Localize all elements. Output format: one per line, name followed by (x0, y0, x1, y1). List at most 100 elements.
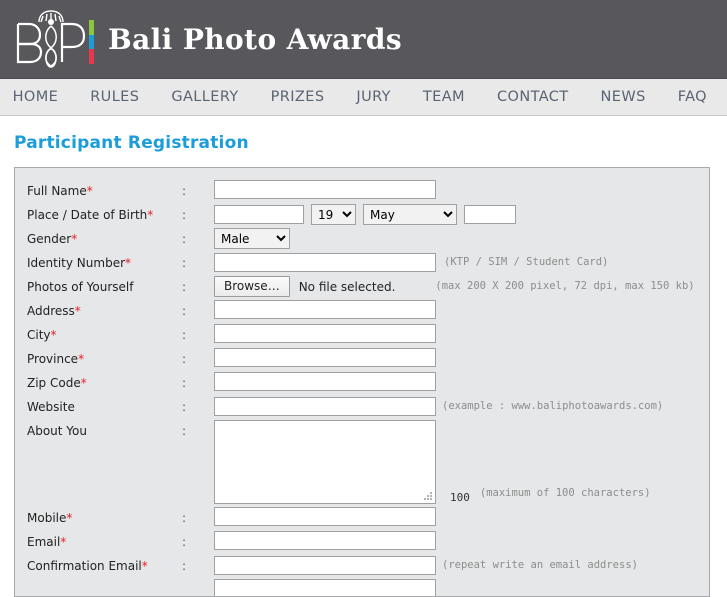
required-asterisk: * (60, 535, 67, 549)
label-confirmation-email: Confirmation Email* (27, 559, 148, 573)
nav-item-prizes[interactable]: PRIZES (255, 89, 341, 105)
colon-photo: : (182, 280, 187, 294)
label-address: Address* (27, 304, 81, 318)
site-logo[interactable]: Bali Photo Awards (10, 8, 402, 70)
identity-number-hint: (KTP / SIM / Student Card) (444, 256, 609, 268)
required-asterisk: * (80, 376, 87, 390)
label-mobile: Mobile* (27, 511, 73, 525)
form-row-identity-number: Identity Number* : (KTP / SIM / Student … (27, 252, 709, 275)
colon-gender: : (182, 232, 187, 246)
nav-item-gallery[interactable]: GALLERY (155, 89, 254, 105)
form-row-about-you: About You : 100 (maximum of 100 characte… (27, 420, 709, 506)
page-title: Participant Registration (14, 133, 249, 153)
about-you-hint: (maximum of 100 characters) (479, 487, 651, 499)
nav-item-news[interactable]: NEWS (585, 89, 662, 105)
nav-item-contact[interactable]: CONTACT (481, 89, 585, 105)
gender-select[interactable]: Male (214, 228, 290, 249)
photo-hint: (max 200 X 200 pixel, 72 dpi, max 150 kb… (435, 280, 695, 292)
nav-item-rules[interactable]: RULES (74, 89, 155, 105)
about-you-textarea-wrap (214, 420, 436, 504)
form-row-birth: Place / Date of Birth* : 19 May (27, 204, 709, 227)
registration-form-panel: Full Name* : Place / Date of Birth* : 19… (14, 167, 710, 597)
colon-email: : (182, 535, 187, 549)
email-input[interactable] (214, 531, 436, 550)
file-status-text: No file selected. (298, 279, 396, 294)
logo-bar-red (89, 49, 94, 65)
main-navigation: HOME RULES GALLERY PRIZES JURY TEAM CONT… (0, 78, 727, 116)
logo-bar-blue (89, 34, 94, 50)
province-input[interactable] (214, 348, 436, 367)
colon-birth: : (182, 208, 187, 222)
birth-place-input[interactable] (214, 205, 304, 224)
required-asterisk: * (78, 352, 85, 366)
label-identity-number: Identity Number* (27, 256, 132, 270)
form-row-address: Address* : (27, 300, 709, 323)
colon-full-name: : (182, 184, 187, 198)
birth-year-input[interactable] (464, 205, 516, 224)
nav-item-faq[interactable]: FAQ (662, 89, 723, 105)
required-asterisk: * (66, 511, 73, 525)
mobile-input[interactable] (214, 507, 436, 526)
logo-bar-green (89, 20, 94, 35)
required-asterisk: * (86, 184, 93, 198)
birth-day-select[interactable]: 19 (311, 204, 356, 225)
nav-item-team[interactable]: TEAM (407, 89, 481, 105)
form-row-confirmation-email: Confirmation Email* : (repeat write an e… (27, 555, 709, 578)
colon-confirmation-email: : (182, 559, 187, 573)
photo-file-input[interactable]: Browse… No file selected. (214, 276, 395, 297)
colon-about-you: : (182, 424, 187, 438)
required-asterisk: * (141, 559, 148, 573)
required-asterisk: * (50, 328, 57, 342)
colon-city: : (182, 328, 187, 342)
next-partial-input[interactable] (214, 579, 436, 596)
colon-address: : (182, 304, 187, 318)
label-about-you: About You (27, 424, 87, 438)
form-row-city: City* : (27, 324, 709, 347)
required-asterisk: * (147, 208, 154, 222)
about-you-textarea[interactable] (214, 420, 436, 504)
city-input[interactable] (214, 324, 436, 343)
colon-identity-number: : (182, 256, 187, 270)
label-email: Email* (27, 535, 67, 549)
colon-website: : (182, 400, 187, 414)
nav-item-home[interactable]: HOME (0, 89, 74, 105)
label-website: Website (27, 400, 75, 414)
colon-zip-code: : (182, 376, 187, 390)
address-input[interactable] (214, 300, 436, 319)
bpa-monogram-icon (10, 8, 88, 70)
website-input[interactable] (214, 397, 436, 416)
required-asterisk: * (71, 232, 78, 246)
form-row-email: Email* : (27, 531, 709, 554)
label-province: Province* (27, 352, 85, 366)
birth-month-select[interactable]: May (363, 204, 457, 225)
website-hint: (example : www.baliphotoawards.com) (442, 400, 664, 412)
logo-color-bars (89, 20, 94, 65)
confirmation-email-input[interactable] (214, 556, 436, 575)
form-row-full-name: Full Name* : (27, 180, 709, 203)
form-row-mobile: Mobile* : (27, 507, 709, 530)
form-row-photo: Photos of Yourself : Browse… No file sel… (27, 276, 709, 299)
form-row-gender: Gender* : Male (27, 228, 709, 251)
label-gender: Gender* (27, 232, 78, 246)
form-row-zip-code: Zip Code* : (27, 372, 709, 395)
label-zip-code: Zip Code* (27, 376, 87, 390)
colon-mobile: : (182, 511, 187, 525)
label-full-name: Full Name* (27, 184, 93, 198)
confirmation-email-hint: (repeat write an email address) (442, 559, 638, 571)
zip-code-input[interactable] (214, 372, 436, 391)
browse-button[interactable]: Browse… (214, 276, 290, 297)
label-birth: Place / Date of Birth* (27, 208, 154, 222)
form-row-province: Province* : (27, 348, 709, 371)
required-asterisk: * (74, 304, 81, 318)
brand-title: Bali Photo Awards (108, 22, 403, 56)
label-city: City* (27, 328, 57, 342)
site-header: Bali Photo Awards (0, 0, 727, 78)
label-photo: Photos of Yourself (27, 280, 134, 294)
colon-province: : (182, 352, 187, 366)
about-you-counter: 100 (450, 491, 470, 504)
form-row-website: Website : (example : www.baliphotoawards… (27, 396, 709, 419)
identity-number-input[interactable] (214, 253, 436, 272)
nav-item-jury[interactable]: JURY (340, 89, 407, 105)
form-row-next-partial (27, 579, 709, 596)
full-name-input[interactable] (214, 180, 436, 199)
